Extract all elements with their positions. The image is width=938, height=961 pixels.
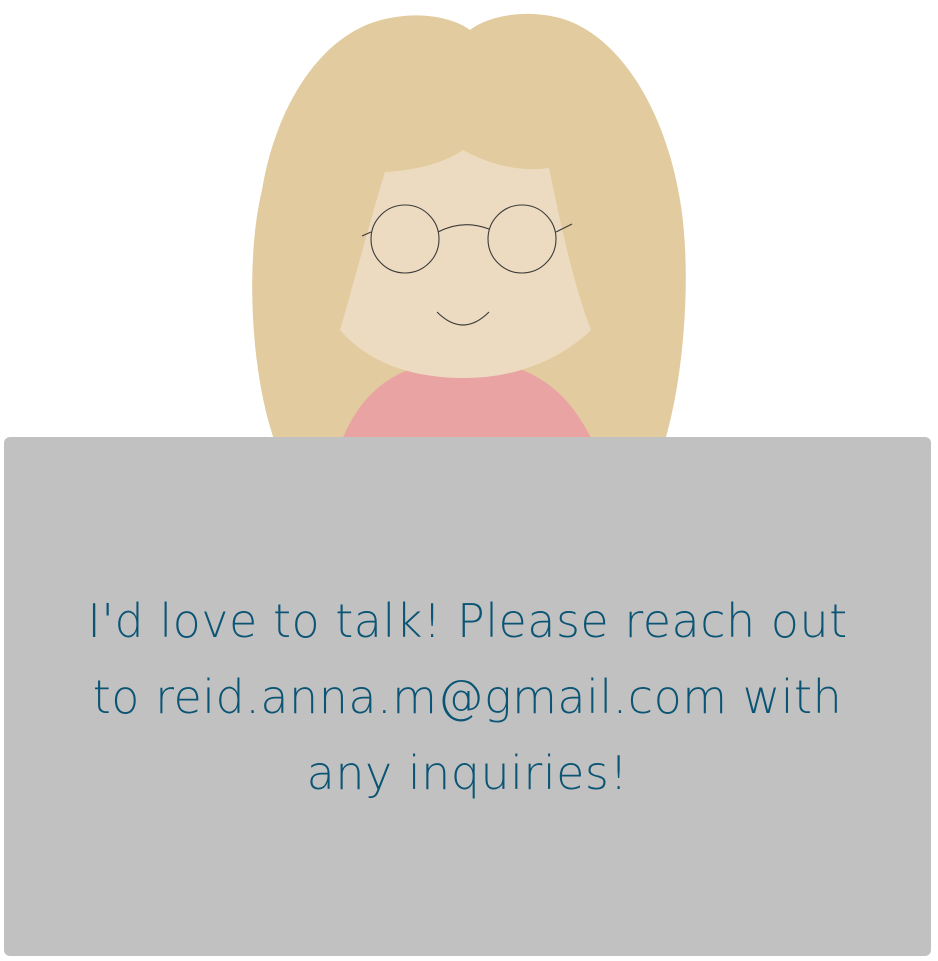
avatar-illustration xyxy=(252,13,686,450)
contact-card: I'd love to talk! Please reach out to re… xyxy=(4,437,931,956)
contact-message: I'd love to talk! Please reach out to re… xyxy=(87,593,848,800)
